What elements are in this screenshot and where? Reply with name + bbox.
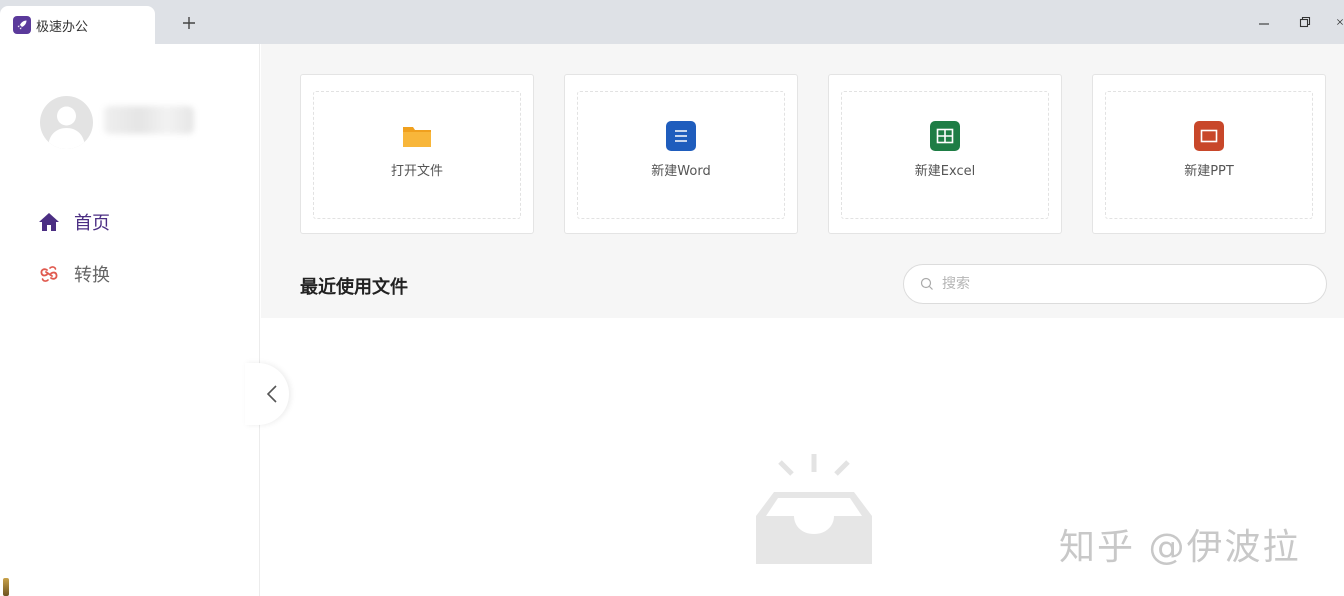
corner-marker: [3, 578, 9, 596]
title-bar: 极速办公: [0, 0, 1344, 44]
close-icon: [1337, 19, 1343, 25]
app-tab[interactable]: 极速办公: [0, 6, 155, 44]
card-inner: 新建Word: [577, 91, 785, 219]
username-redacted: [104, 106, 194, 134]
minimize-icon: [1259, 23, 1269, 25]
ppt-icon: [1194, 121, 1224, 151]
convert-icon: [40, 266, 58, 282]
chevron-left-icon: [266, 385, 277, 403]
sidebar-item-home[interactable]: 首页: [38, 208, 110, 236]
recent-files-title: 最近使用文件: [300, 277, 408, 298]
new-ppt-card[interactable]: 新建PPT: [1092, 74, 1326, 234]
close-button[interactable]: [1336, 12, 1344, 32]
watermark: 知乎 @伊波拉: [1059, 527, 1301, 568]
empty-inbox-icon: [756, 454, 872, 564]
open-file-card[interactable]: 打开文件: [300, 74, 534, 234]
main-content: 打开文件 新建Word 新建Excel 新建PPT 最近使用文件 搜索 知乎 @…: [261, 44, 1344, 596]
card-label: 打开文件: [390, 164, 443, 179]
search-input[interactable]: [942, 276, 1302, 292]
sidebar-item-label: 首页: [74, 213, 110, 234]
card-inner: 新建PPT: [1105, 91, 1313, 219]
new-word-card[interactable]: 新建Word: [564, 74, 798, 234]
card-inner: 新建Excel: [841, 91, 1049, 219]
sidebar: 首页 转换: [0, 44, 260, 596]
plus-icon: [183, 17, 195, 29]
recent-files-list: 知乎 @伊波拉: [261, 318, 1344, 596]
card-label: 新建PPT: [1184, 164, 1234, 179]
restore-button[interactable]: [1295, 12, 1315, 32]
tab-title: 极速办公: [36, 19, 89, 35]
word-icon: [666, 121, 696, 151]
user-avatar-icon[interactable]: [40, 96, 93, 149]
sidebar-item-convert[interactable]: 转换: [38, 260, 110, 288]
restore-icon: [1299, 16, 1311, 28]
new-tab-button[interactable]: [178, 12, 200, 34]
new-excel-card[interactable]: 新建Excel: [828, 74, 1062, 234]
minimize-button[interactable]: [1254, 12, 1274, 32]
home-icon: [39, 213, 59, 231]
folder-icon: [402, 121, 432, 151]
search-box[interactable]: [903, 264, 1327, 304]
rocket-icon: [13, 16, 31, 34]
card-label: 新建Excel: [914, 164, 976, 179]
excel-icon: [930, 121, 960, 151]
search-icon: [920, 277, 933, 290]
card-label: 新建Word: [651, 164, 711, 179]
sidebar-item-label: 转换: [74, 265, 110, 286]
card-inner: 打开文件: [313, 91, 521, 219]
